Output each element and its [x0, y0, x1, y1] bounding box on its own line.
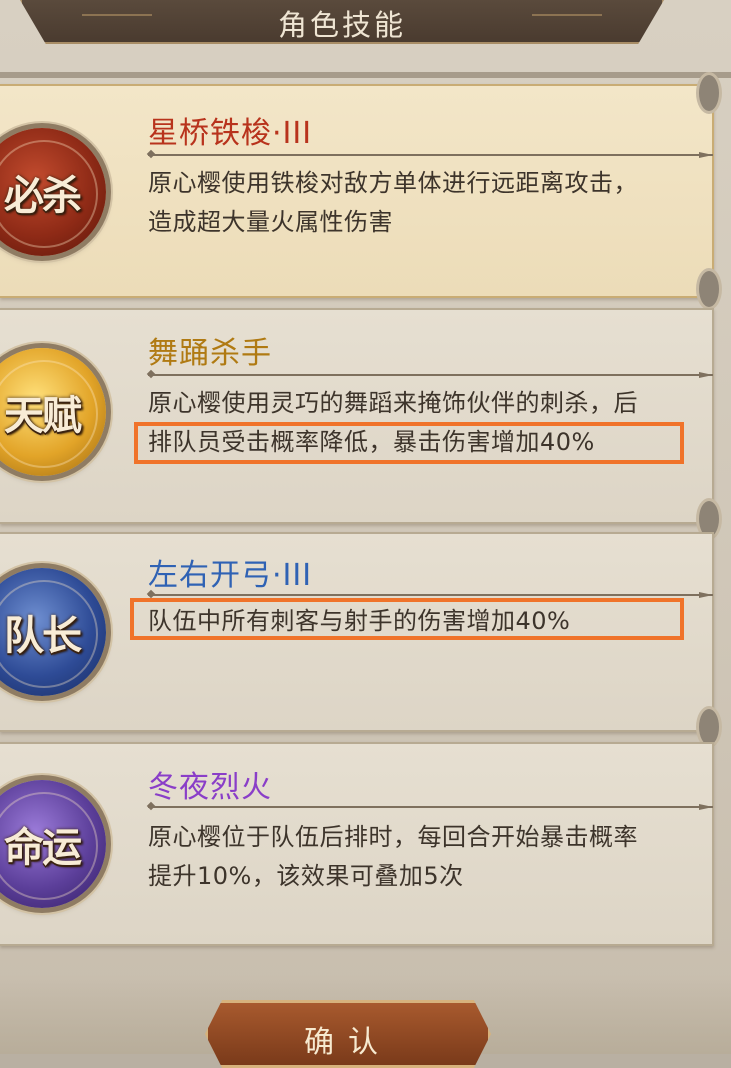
title-divider: [148, 152, 713, 158]
skill-badge-ultimate: 必杀: [0, 128, 106, 256]
desc-line: 提升10%，该效果可叠加5次: [148, 862, 464, 890]
badge-label: 命运: [4, 824, 82, 871]
desc-line: 原心樱使用灵巧的舞蹈来掩饰伙伴的刺杀，后: [148, 389, 638, 417]
skill-description: 原心樱使用铁梭对敌方单体进行远距离攻击， 造成超大量火属性伤害: [148, 164, 713, 242]
annotation-highlight-box: [134, 422, 684, 464]
skills-dialog: 角色技能 必杀 星桥铁梭·III 原心樱使用铁梭对敌方单体进行远距离攻击， 造成…: [0, 0, 731, 1068]
badge-label: 天赋: [4, 392, 82, 439]
badge-label: 队长: [4, 612, 82, 659]
card-notch: [696, 72, 722, 114]
skill-badge-leader: 队长: [0, 568, 106, 696]
skill-badge-talent: 天赋: [0, 348, 106, 476]
skill-card-ultimate[interactable]: 必杀 星桥铁梭·III 原心樱使用铁梭对敌方单体进行远距离攻击， 造成超大量火属…: [0, 72, 722, 310]
skill-card-talent[interactable]: 天赋 舞踊杀手 原心樱使用灵巧的舞蹈来掩饰伙伴的刺杀，后 排队员受击概率降低，暴…: [0, 308, 722, 540]
skill-description: 原心樱位于队伍后排时，每回合开始暴击概率 提升10%，该效果可叠加5次: [148, 818, 713, 896]
confirm-label: 确认: [304, 1025, 392, 1060]
desc-line: 原心樱位于队伍后排时，每回合开始暴击概率: [148, 823, 638, 851]
dialog-header: 角色技能: [20, 0, 664, 44]
skill-title: 左右开弓·III: [148, 558, 313, 593]
annotation-highlight-box: [130, 598, 684, 640]
dialog-title: 角色技能: [277, 8, 406, 42]
skill-card-leader[interactable]: 队长 左右开弓·III 队伍中所有刺客与射手的伤害增加40%: [0, 532, 722, 748]
panel-top-edge: [0, 72, 731, 78]
skill-card-fate[interactable]: 命运 冬夜烈火 原心樱位于队伍后排时，每回合开始暴击概率 提升10%，该效果可叠…: [0, 742, 714, 946]
skill-title: 星桥铁梭·III: [148, 116, 313, 151]
title-divider: [148, 372, 713, 378]
skill-title: 冬夜烈火: [148, 770, 272, 805]
title-divider: [148, 592, 713, 598]
skill-title: 舞踊杀手: [148, 336, 272, 371]
desc-line: 造成超大量火属性伤害: [148, 208, 393, 236]
confirm-button[interactable]: 确认: [205, 1000, 491, 1068]
skill-badge-fate: 命运: [0, 780, 106, 908]
title-divider: [148, 804, 713, 810]
desc-line: 原心樱使用铁梭对敌方单体进行远距离攻击，: [148, 169, 638, 197]
badge-label: 必杀: [4, 172, 82, 219]
card-notch: [696, 268, 722, 310]
